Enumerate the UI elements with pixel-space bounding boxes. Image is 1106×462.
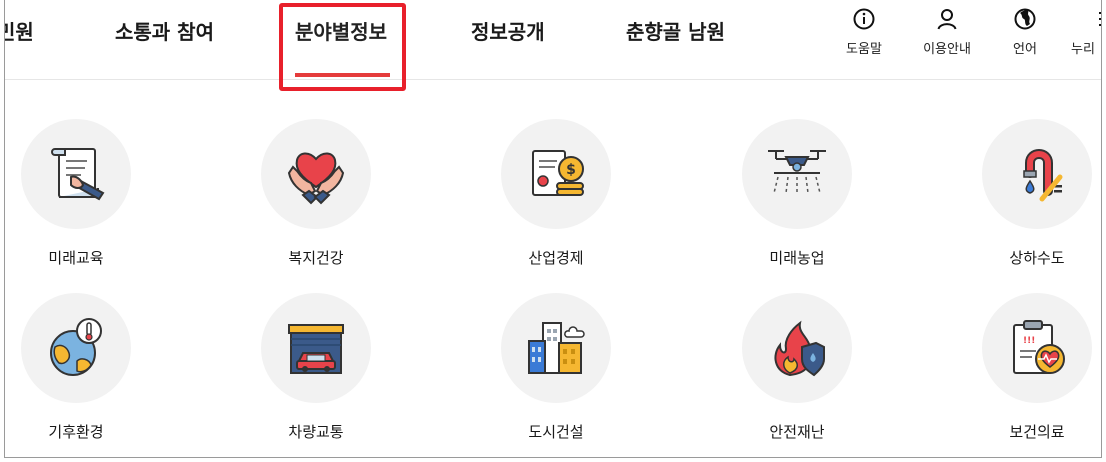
svg-text:!!!: !!! <box>1023 336 1035 346</box>
category-icon-circle <box>261 293 371 403</box>
category-label: 미래농업 <box>769 249 825 267</box>
scroll-pen-icon <box>51 148 105 201</box>
sitemap-label: 누리 <box>1071 42 1095 57</box>
svg-text:$: $ <box>566 162 576 178</box>
category-label: 보건의료 <box>1009 423 1065 441</box>
category-icon-circle <box>21 119 131 229</box>
nav-item-disclosure[interactable]: 정보공개 <box>471 16 545 45</box>
category-icon-circle <box>742 119 852 229</box>
category-climate-environment[interactable]: 기후환경 <box>5 293 176 442</box>
category-icon-circle <box>21 293 131 403</box>
category-industry-economy[interactable]: $ 산업경제 <box>456 119 656 268</box>
earth-thermometer-icon <box>50 318 102 376</box>
category-label: 미래교육 <box>48 249 104 267</box>
top-navigation: 민원 소통과 참여 분야별정보 정보공개 춘향골 남원 도움말 이용안내 언어 <box>5 0 1101 91</box>
category-future-agriculture[interactable]: 미래농업 <box>697 119 897 268</box>
category-icon-circle: $ <box>501 119 611 229</box>
category-icon-circle <box>742 293 852 403</box>
user-icon <box>934 6 960 32</box>
faucet-icon <box>1023 149 1063 202</box>
category-icon-circle <box>261 119 371 229</box>
category-grid: 미래교육 복지건강 $ 산업경제 미래농업 상하수도 기후환경 차량교통 도시건… <box>5 80 1101 457</box>
category-label: 차량교통 <box>288 423 344 441</box>
category-vehicle-traffic[interactable]: 차량교통 <box>216 293 416 442</box>
category-urban-construction[interactable]: 도시건설 <box>456 293 656 442</box>
help-label: 도움말 <box>846 42 882 57</box>
garage-car-icon <box>288 324 344 374</box>
category-health-medical[interactable]: !!! 보건의료 <box>937 293 1101 442</box>
guide-label: 이용안내 <box>923 42 971 57</box>
category-label: 도시건설 <box>528 423 584 441</box>
page-frame: 민원 소통과 참여 분야별정보 정보공개 춘향골 남원 도움말 이용안내 언어 <box>4 0 1102 458</box>
category-water-sewage[interactable]: 상하수도 <box>937 119 1101 268</box>
heart-hands-icon <box>287 152 345 205</box>
category-icon-circle <box>501 293 611 403</box>
info-icon <box>851 6 877 32</box>
category-label: 상하수도 <box>1009 249 1065 267</box>
category-icon-circle: !!! <box>982 293 1092 403</box>
language-button[interactable]: 언어 <box>1007 6 1043 57</box>
category-future-education[interactable]: 미래교육 <box>5 119 176 268</box>
category-icon-circle <box>982 119 1092 229</box>
nav-item-civil[interactable]: 민원 <box>5 16 34 45</box>
category-welfare-health[interactable]: 복지건강 <box>216 119 416 268</box>
clipboard-heart-icon: !!! <box>1013 320 1065 374</box>
category-safety-disaster[interactable]: 안전재난 <box>697 293 897 442</box>
nav-item-communication[interactable]: 소통과 참여 <box>115 16 214 45</box>
guide-button[interactable]: 이용안내 <box>917 6 977 57</box>
globe-icon <box>1012 6 1038 32</box>
highlight-box <box>279 3 406 91</box>
sitemap-button[interactable]: 누리 <box>1071 6 1101 57</box>
category-label: 복지건강 <box>288 249 344 267</box>
nav-item-namwon[interactable]: 춘향골 남원 <box>626 16 725 45</box>
category-label: 기후환경 <box>48 423 104 441</box>
help-button[interactable]: 도움말 <box>841 6 887 57</box>
drone-icon <box>768 150 826 194</box>
fire-shield-icon <box>774 320 825 377</box>
category-label: 산업경제 <box>528 249 584 267</box>
category-label: 안전재난 <box>769 423 825 441</box>
buildings-icon <box>528 322 585 374</box>
language-label: 언어 <box>1013 42 1037 57</box>
certificate-coins-icon: $ <box>532 150 584 196</box>
menu-icon <box>1091 6 1101 32</box>
